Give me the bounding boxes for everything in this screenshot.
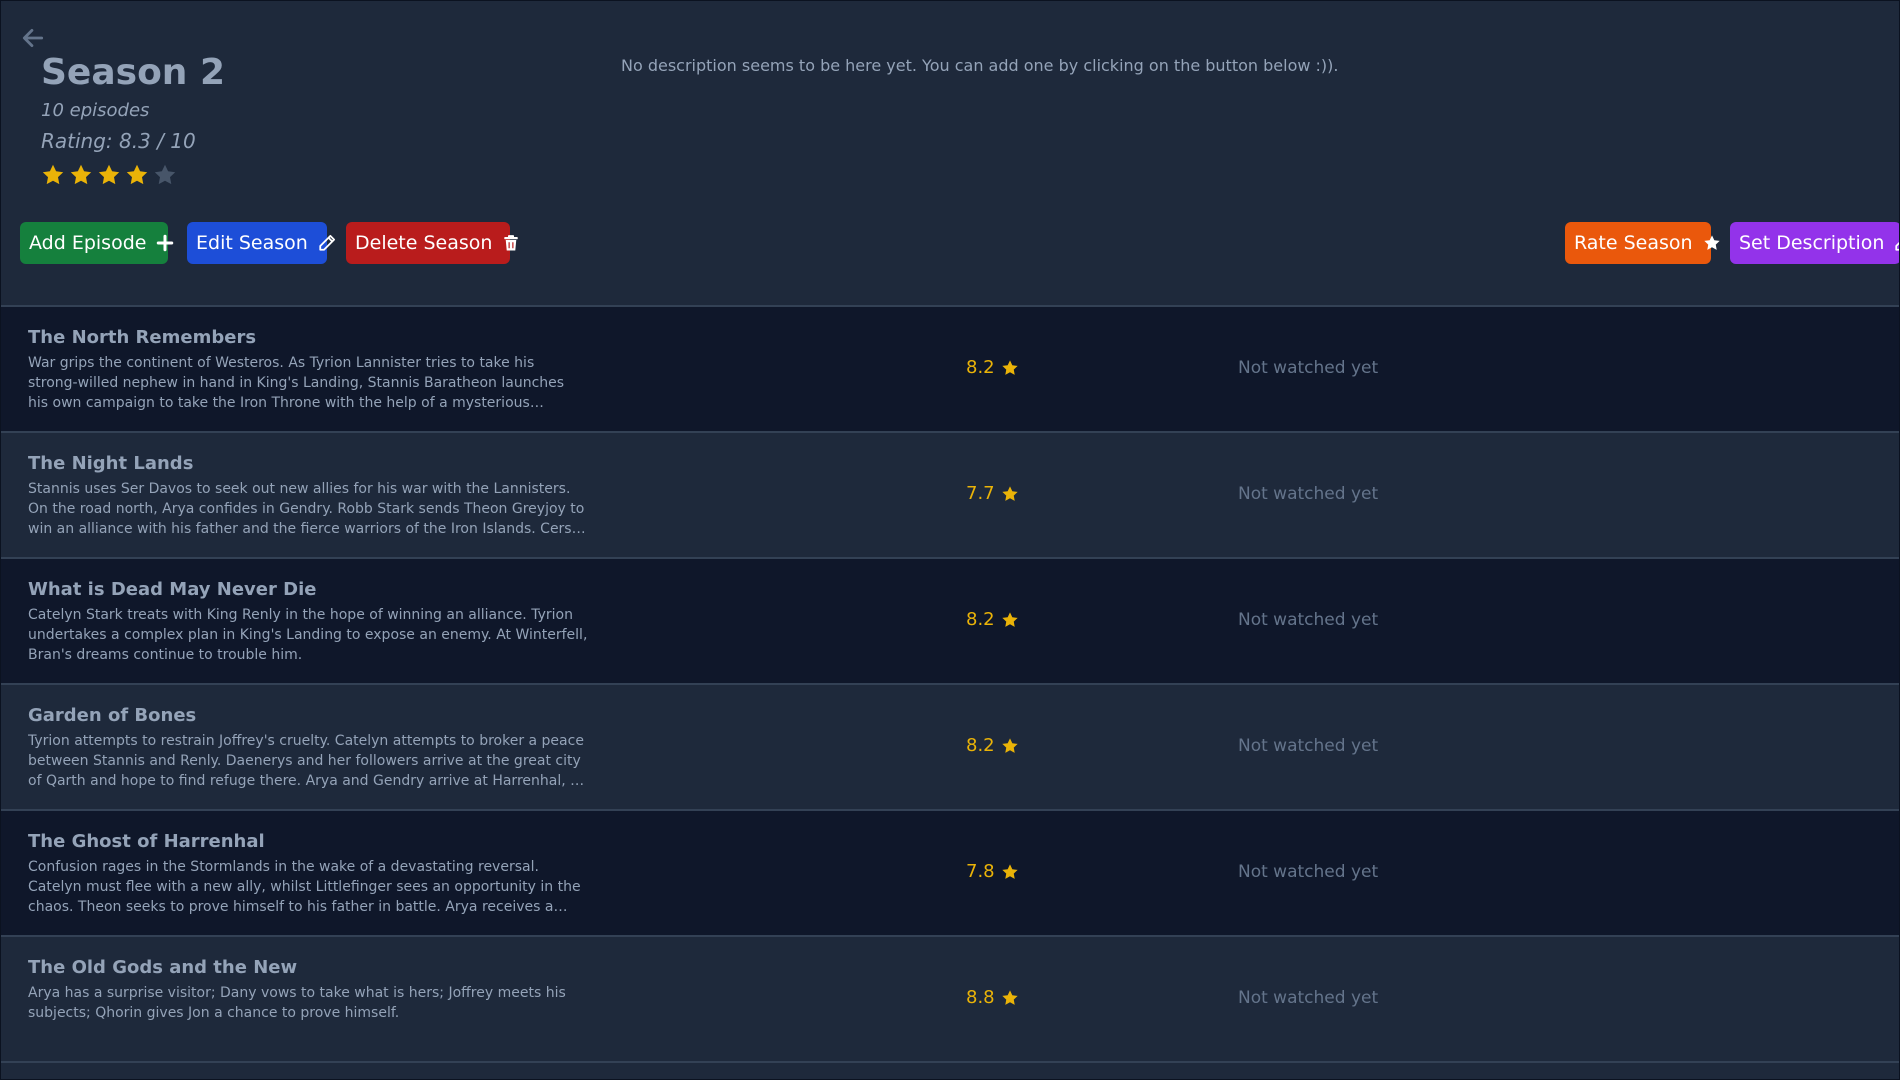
episode-rating: 8.2 <box>966 735 1019 756</box>
episode-description: Tyrion attempts to restrain Joffrey's cr… <box>28 733 584 789</box>
star-icon <box>1001 485 1018 501</box>
star-icon <box>70 164 92 185</box>
set-description-label: Set Description <box>1739 232 1885 254</box>
episode-row[interactable]: What is Dead May Never Die Catelyn Stark … <box>1 559 1899 685</box>
plus-icon <box>157 234 174 252</box>
episode-description: War grips the continent of Westeros. As … <box>28 355 565 411</box>
delete-season-label: Delete Season <box>355 232 493 254</box>
episode-rating: 8.8 <box>966 987 1019 1008</box>
watch-status: Not watched yet <box>1238 736 1379 756</box>
watch-status: Not watched yet <box>1238 358 1379 378</box>
star-icon <box>154 164 176 185</box>
season-rating: Rating: 8.3 / 10 <box>41 129 196 153</box>
watch-status: Not watched yet <box>1238 484 1379 504</box>
edit-season-label: Edit Season <box>196 232 308 254</box>
page-title: Season 2 <box>41 52 226 93</box>
add-episode-button[interactable]: Add Episode <box>20 222 174 264</box>
watch-status: Not watched yet <box>1238 988 1379 1008</box>
episode-title: The Night Lands <box>28 453 194 474</box>
episode-description: Catelyn Stark treats with King Renly in … <box>28 607 588 663</box>
edit-season-button[interactable]: Edit Season <box>187 222 335 264</box>
star-icon <box>1001 611 1018 627</box>
star-icon <box>98 164 120 185</box>
episode-row[interactable]: Garden of Bones Tyrion attempts to restra… <box>1 685 1899 811</box>
rate-season-label: Rate Season <box>1574 232 1693 254</box>
episode-list: The North Remembers War grips the contine… <box>1 305 1899 1063</box>
star-icon <box>1001 737 1018 753</box>
episode-rating: 7.7 <box>966 483 1019 504</box>
episode-rating: 8.2 <box>966 357 1019 378</box>
episode-row[interactable]: The Old Gods and the New Arya has a surpr… <box>1 937 1899 1063</box>
episode-rating-value: 8.2 <box>966 357 995 378</box>
episode-rating-value: 7.8 <box>966 861 995 882</box>
episode-title: The North Remembers <box>28 327 257 348</box>
episode-rating: 8.2 <box>966 609 1019 630</box>
episode-rating-value: 8.2 <box>966 609 995 630</box>
episode-rating-value: 7.7 <box>966 483 995 504</box>
add-episode-label: Add Episode <box>29 232 147 254</box>
episode-row[interactable]: The North Remembers War grips the contine… <box>1 307 1899 433</box>
trash-icon <box>504 235 519 251</box>
watch-status: Not watched yet <box>1238 862 1379 882</box>
star-icon <box>1703 235 1720 250</box>
episode-rating-value: 8.8 <box>966 987 995 1008</box>
watch-status: Not watched yet <box>1238 610 1379 630</box>
episode-title: Garden of Bones <box>28 705 197 726</box>
rate-season-button[interactable]: Rate Season <box>1565 222 1720 264</box>
episode-description: Stannis uses Ser Davos to seek out new a… <box>28 481 585 537</box>
pencil-icon <box>1895 242 1899 251</box>
star-rating <box>41 163 225 187</box>
star-icon <box>1001 359 1018 375</box>
season-page: Season 2 10 episodes Rating: 8.3 / 10 No… <box>0 0 1900 1080</box>
episode-title: The Old Gods and the New <box>28 957 298 978</box>
star-icon <box>1001 863 1018 879</box>
set-description-button[interactable]: Set Description <box>1730 222 1899 264</box>
season-description: No description seems to be here yet. You… <box>621 56 1339 75</box>
delete-season-button[interactable]: Delete Season <box>346 222 519 264</box>
pencil-icon <box>319 234 335 251</box>
episode-description: Arya has a surprise visitor; Dany vows t… <box>28 985 566 1021</box>
episode-description: Confusion rages in the Stormlands in the… <box>28 859 581 915</box>
episode-count: 10 episodes <box>41 100 150 121</box>
season-header: Season 2 10 episodes Rating: 8.3 / 10 <box>41 51 225 187</box>
star-icon <box>1001 989 1018 1005</box>
star-icon <box>126 164 148 185</box>
episode-title: What is Dead May Never Die <box>28 579 317 600</box>
episode-title: The Ghost of Harrenhal <box>28 831 265 852</box>
episode-row[interactable]: The Ghost of Harrenhal Confusion rages in… <box>1 811 1899 937</box>
arrow-left-icon[interactable] <box>20 25 46 51</box>
star-icon <box>42 164 64 185</box>
episode-rating-value: 8.2 <box>966 735 995 756</box>
episode-rating: 7.8 <box>966 861 1019 882</box>
episode-row[interactable]: The Night Lands Stannis uses Ser Davos to… <box>1 433 1899 559</box>
